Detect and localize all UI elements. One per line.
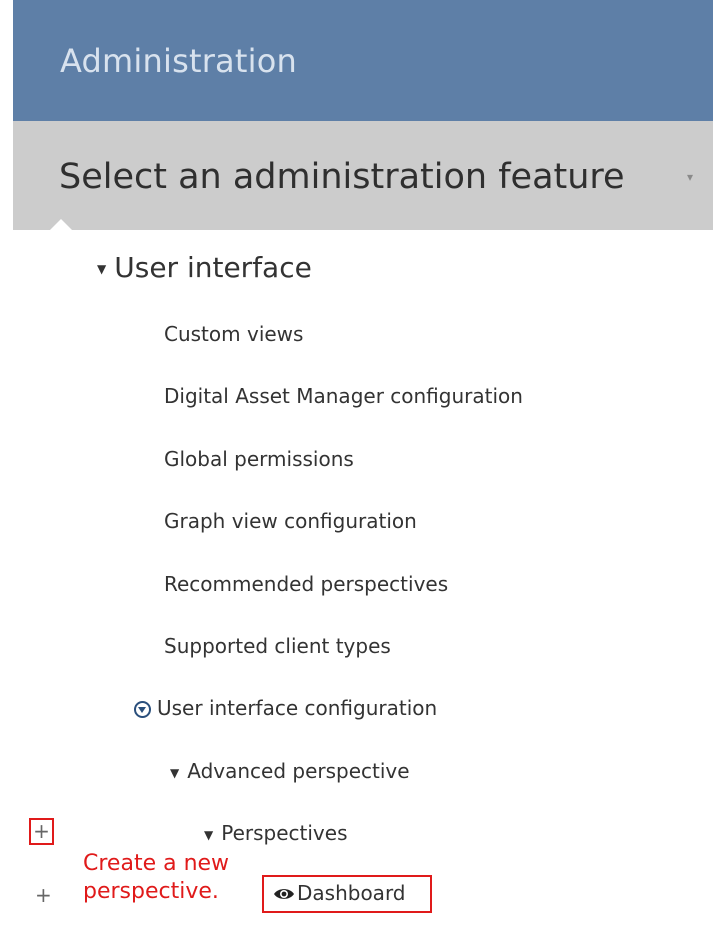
tree-node-label: User interface configuration — [157, 696, 438, 720]
tree-item-digital-asset-manager-configuration[interactable]: Digital Asset Manager configuration — [164, 384, 523, 408]
dashboard-label: Dashboard — [297, 881, 406, 905]
page: Administration Select an administration … — [0, 0, 713, 930]
add-perspective-plus-icon[interactable]: + — [29, 818, 54, 845]
tree-node-user-interface[interactable]: ▼ User interface — [97, 251, 312, 284]
tree-item-global-permissions[interactable]: Global permissions — [164, 447, 354, 471]
annotation-line-1: Create a new — [83, 851, 230, 876]
tree-item-custom-views[interactable]: Custom views — [164, 322, 303, 346]
tree-item-graph-view-configuration[interactable]: Graph view configuration — [164, 509, 417, 533]
tree-node-label: Advanced perspective — [187, 759, 410, 783]
feature-selector-label: Select an administration feature — [59, 157, 625, 197]
add-item-plus-icon[interactable]: + — [35, 883, 52, 907]
header-title: Administration — [60, 42, 297, 80]
tree-node-advanced-perspective[interactable]: ▼ Advanced perspective — [170, 759, 410, 783]
feature-selector[interactable]: Select an administration feature ▾ — [13, 121, 713, 230]
chevron-down-icon[interactable]: ▾ — [687, 170, 693, 184]
callout-annotation: Create a new perspective. — [83, 850, 229, 906]
tree-item-supported-client-types[interactable]: Supported client types — [164, 634, 391, 658]
tree-node-label: Perspectives — [221, 821, 348, 845]
tree-node-label: User interface — [114, 251, 312, 284]
caret-down-icon[interactable]: ▼ — [204, 828, 213, 842]
annotation-line-2: perspective. — [83, 879, 219, 904]
caret-down-icon[interactable]: ▼ — [170, 766, 179, 780]
tree-node-user-interface-configuration[interactable]: User interface configuration — [134, 696, 437, 720]
administration-header: Administration — [13, 0, 713, 121]
tree-item-recommended-perspectives[interactable]: Recommended perspectives — [164, 572, 448, 596]
collapse-circle-icon[interactable] — [134, 701, 151, 718]
eye-icon — [273, 878, 295, 911]
dropdown-notch — [49, 219, 73, 231]
caret-down-icon[interactable]: ▼ — [97, 262, 106, 276]
tree-node-perspectives[interactable]: ▼ Perspectives — [204, 821, 347, 845]
tree-item-dashboard[interactable]: Dashboard — [262, 875, 432, 913]
